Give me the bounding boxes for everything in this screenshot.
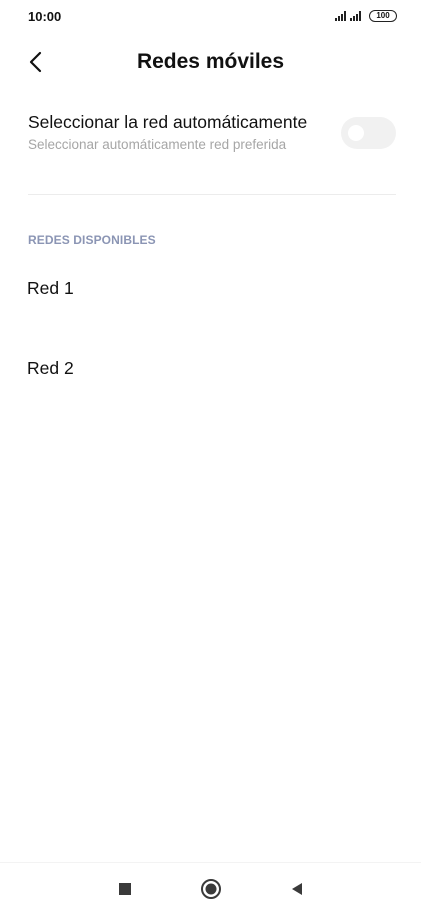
status-time: 10:00	[28, 9, 62, 24]
screen: 10:00 100 Redes móviles Seleccionar la r…	[0, 0, 421, 914]
network-item-red-1[interactable]: Red 1	[0, 255, 421, 325]
signal-icon	[350, 11, 361, 21]
status-bar: 10:00 100	[0, 0, 421, 32]
header: Redes móviles	[0, 40, 421, 84]
page-title: Redes móviles	[136, 50, 285, 73]
section-header-available-networks: REDES DISPONIBLES	[28, 233, 156, 247]
auto-select-network-row[interactable]: Seleccionar la red automáticamente Selec…	[28, 112, 396, 158]
divider	[28, 194, 396, 195]
signal-icon	[335, 11, 346, 21]
network-item-label: Red 2	[27, 358, 74, 378]
recents-button[interactable]	[113, 877, 137, 901]
status-icons: 100	[335, 10, 397, 22]
toggle-knob	[348, 125, 364, 141]
nav-back-button[interactable]	[285, 877, 309, 901]
home-button[interactable]	[199, 877, 223, 901]
auto-select-network-toggle[interactable]	[341, 117, 396, 149]
home-circle-icon	[201, 879, 221, 899]
navigation-bar	[0, 862, 421, 914]
battery-icon: 100	[369, 10, 397, 22]
recents-square-icon	[119, 883, 131, 895]
auto-select-network-subtitle: Seleccionar automáticamente red preferid…	[28, 137, 287, 152]
back-triangle-icon	[292, 883, 302, 895]
network-item-red-2[interactable]: Red 2	[0, 335, 421, 405]
network-item-label: Red 1	[27, 278, 74, 298]
